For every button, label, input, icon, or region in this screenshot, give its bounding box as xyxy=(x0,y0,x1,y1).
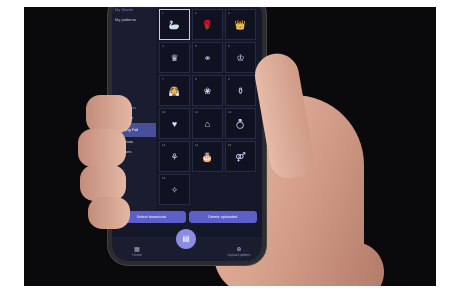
pattern-cell-number: 8 xyxy=(195,77,197,81)
tab-home[interactable]: ▦ Home xyxy=(122,246,152,257)
dress-icon: ⌂ xyxy=(204,119,211,129)
pattern-cell-number: 14 xyxy=(195,143,199,147)
delete-uploaded-button[interactable]: Delete uploaded xyxy=(188,211,257,223)
pattern-cell[interactable]: 8 ❀ xyxy=(192,75,223,106)
pattern-cell[interactable]: 2 🌹 xyxy=(192,9,223,40)
pattern-cell-number: 3 xyxy=(228,11,230,15)
pattern-cell[interactable]: 6 ♔ xyxy=(225,42,256,73)
pattern-cell-number: 12 xyxy=(228,110,232,114)
pattern-cell-number: 10 xyxy=(162,110,166,114)
cake-icon: 🎂 xyxy=(201,152,214,162)
pattern-cell[interactable]: 10 ♥ xyxy=(159,108,190,139)
center-fab-button[interactable]: ▤ xyxy=(176,229,196,249)
pattern-cell-number: 4 xyxy=(162,44,164,48)
pattern-cell[interactable]: 1 🦢 xyxy=(159,9,190,40)
hearts-icon: ♥ xyxy=(171,119,178,129)
tab-upload-label: Upload pattern xyxy=(227,253,251,257)
pattern-cell[interactable]: 13 ⚘ xyxy=(159,141,190,172)
pattern-cell-number: 1 xyxy=(162,11,164,15)
pattern-cell-number: 7 xyxy=(162,77,164,81)
finger-middle xyxy=(78,129,126,167)
finger-pinky xyxy=(88,197,130,229)
bride-groom-icon: ⚤ xyxy=(235,152,246,162)
pattern-cell[interactable]: 12 💍 xyxy=(225,108,256,139)
sidebar-item-my-patterns[interactable]: My patterns xyxy=(112,15,156,25)
pattern-cell-number: 6 xyxy=(228,44,230,48)
ring-icon: 💍 xyxy=(234,119,247,129)
finger-index xyxy=(86,95,132,133)
couple-icon: ⚭ xyxy=(203,53,212,63)
tab-upload-pattern[interactable]: ⊕ Upload pattern xyxy=(224,246,254,257)
pattern-cell-number: 15 xyxy=(228,143,232,147)
pattern-cell[interactable]: 15 ⚤ xyxy=(225,141,256,172)
pattern-grid: 1 🦢 2 🌹 3 👑 4 ♛ 5 ⚭ 6 ♔ 7 👰 8 ❀ 9 ⚱ 10 ♥ 11 ⌂ 12 💍 13 ⚘ 14 🎂 15 ⚤ 16 ✧ xyxy=(159,9,259,205)
bouquet-icon: ❀ xyxy=(203,86,212,96)
pattern-cell[interactable]: 9 ⚱ xyxy=(225,75,256,106)
pattern-cell[interactable]: 14 🎂 xyxy=(192,141,223,172)
pattern-cell-number: 11 xyxy=(195,110,199,114)
pattern-cell-number: 9 xyxy=(228,77,230,81)
pattern-cell-number: 2 xyxy=(195,11,197,15)
tab-home-label: Home xyxy=(132,253,142,257)
home-icon: ▦ xyxy=(134,247,140,253)
rose-icon: 🌹 xyxy=(201,20,214,30)
pattern-cell[interactable]: 5 ⚭ xyxy=(192,42,223,73)
bride-icon: 👰 xyxy=(168,86,181,96)
sidebar-header-stores: My Stores xyxy=(115,7,134,12)
action-buttons: Select download Delete uploaded xyxy=(117,211,257,223)
crown-icon: 👑 xyxy=(234,20,247,30)
shirt-icon: ⚘ xyxy=(170,152,179,162)
bottles-icon: ⚱ xyxy=(236,86,245,96)
swan-icon: 🦢 xyxy=(168,20,181,30)
just-married-icon: ✧ xyxy=(170,185,179,195)
phone-device: My Stores My patterns Color Views Steams… xyxy=(108,7,266,265)
finger-ring xyxy=(80,165,126,201)
pattern-cell-number: 16 xyxy=(162,176,166,180)
phone-screen: My Stores My patterns Color Views Steams… xyxy=(112,7,262,261)
photo-background: My Stores My patterns Color Views Steams… xyxy=(24,7,436,286)
upload-icon: ⊕ xyxy=(236,247,242,253)
pattern-icon: ▤ xyxy=(182,234,190,243)
pattern-cell[interactable]: 4 ♛ xyxy=(159,42,190,73)
crown-icon: ♛ xyxy=(170,53,179,63)
tiara-icon: ♔ xyxy=(236,53,245,63)
pattern-cell[interactable]: 7 👰 xyxy=(159,75,190,106)
tab-bar: ▦ Home ▤ ⊕ Upload pattern xyxy=(112,229,262,261)
pattern-cell-number: 13 xyxy=(162,143,166,147)
pattern-cell-number: 5 xyxy=(195,44,197,48)
pattern-cell[interactable]: 16 ✧ xyxy=(159,174,190,205)
pattern-cell[interactable]: 11 ⌂ xyxy=(192,108,223,139)
pattern-cell[interactable]: 3 👑 xyxy=(225,9,256,40)
